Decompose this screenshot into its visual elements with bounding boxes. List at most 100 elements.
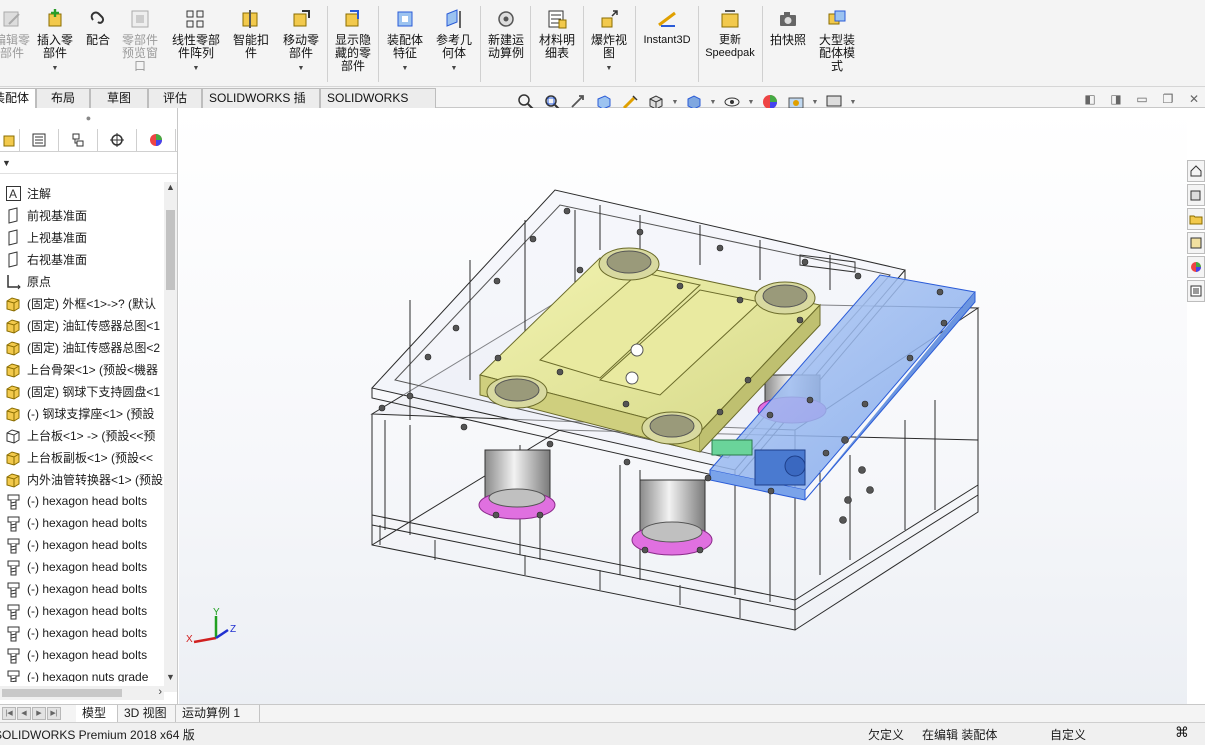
tab-motion-study-1[interactable]: 运动算例 1 [176, 705, 260, 722]
mate-button[interactable]: 配合 [80, 8, 116, 47]
tab-evaluate[interactable]: 评估 [148, 88, 202, 108]
solidworks-resources-icon[interactable] [1187, 160, 1205, 182]
bolt-icon [4, 492, 22, 510]
tree-item[interactable]: (-) hexagon head bolts [0, 534, 164, 556]
tree-item[interactable]: 上台板副板<1> (预設<< [0, 446, 164, 468]
tab-sketch[interactable]: 草图 [90, 88, 148, 108]
tree-item-label: (-) hexagon head bolts [27, 582, 148, 596]
scroll-right-icon[interactable]: › [158, 686, 162, 698]
dimxpert-tab-icon[interactable] [98, 128, 137, 151]
chevron-down-icon[interactable]: ▼ [298, 62, 305, 75]
take-snapshot-button[interactable]: 拍快照 [766, 8, 810, 47]
tree-item[interactable]: (-) hexagon head bolts [0, 622, 164, 644]
tree-item[interactable]: 右视基准面 [0, 248, 164, 270]
show-hidden-components-button[interactable]: 显示隐 藏的零 部件 [330, 8, 376, 73]
component-preview-button[interactable]: 零部件 预览窗 口 [118, 8, 162, 73]
propertymanager-tab-icon[interactable] [20, 128, 59, 151]
large-assembly-mode-button[interactable]: 大型装 配体模 式 [814, 8, 860, 73]
scroll-up-icon[interactable]: ▲ [164, 182, 177, 194]
assembly-model[interactable] [179, 108, 1187, 706]
tree-vertical-scrollbar[interactable]: ▲ ▼ [164, 182, 177, 692]
tree-item[interactable]: (-) 钢球支撑座<1> (预設 [0, 402, 164, 424]
tree-item[interactable]: (-) hexagon head bolts [0, 644, 164, 666]
tree-filter[interactable]: ▼ [0, 152, 177, 174]
tree-item[interactable]: (固定) 外框<1>->? (默认 [0, 292, 164, 314]
triad-x-label: X [186, 634, 193, 645]
tree-item[interactable]: 前视基准面 [0, 204, 164, 226]
tree-item[interactable]: (-) hexagon head bolts [0, 600, 164, 622]
collapse-right-icon[interactable]: ◨ [1109, 92, 1123, 106]
file-explorer-icon[interactable] [1187, 208, 1205, 230]
chevron-down-icon[interactable]: ▼ [747, 99, 755, 106]
design-library-icon[interactable] [1187, 184, 1205, 206]
triad-y-label: Y [213, 608, 220, 618]
insert-component-icon [44, 8, 66, 30]
tab-3d-views[interactable]: 3D 视图 [118, 705, 176, 722]
chevron-down-icon[interactable]: ▼ [811, 99, 819, 106]
tree-item[interactable]: (-) hexagon head bolts [0, 512, 164, 534]
assembly-features-button[interactable]: 装配体 特征 ▼ [382, 8, 428, 75]
close-icon[interactable]: ✕ [1187, 92, 1201, 106]
appearances-scenes-icon[interactable] [1187, 256, 1205, 278]
tree-item[interactable]: 原点 [0, 270, 164, 292]
reference-geometry-button[interactable]: 参考几 何体 ▼ [432, 8, 476, 75]
tree-item[interactable]: (固定) 钢球下支持圆盘<1 [0, 380, 164, 402]
tree-item[interactable]: (-) hexagon head bolts [0, 578, 164, 600]
scroll-down-icon[interactable]: ▼ [164, 672, 177, 684]
bill-of-materials-button[interactable]: 材料明 细表 [535, 8, 579, 60]
help-icon[interactable]: ⌘ [1175, 724, 1189, 741]
chevron-down-icon[interactable]: ▼ [671, 99, 679, 106]
tab-solidworks-addins[interactable]: SOLIDWORKS 插件 [202, 88, 320, 124]
first-tab-icon[interactable]: |◀ [2, 707, 16, 720]
tab-model[interactable]: 模型 [76, 705, 118, 722]
featuremanager-tab-icon[interactable] [0, 128, 20, 151]
tree-item[interactable]: (-) hexagon head bolts [0, 556, 164, 578]
tree-item[interactable]: (固定) 油缸传感器总图<2 [0, 336, 164, 358]
tree-item[interactable]: (-) hexagon head bolts [0, 490, 164, 512]
edit-component-button[interactable]: 编辑零 部件 [0, 8, 32, 60]
chevron-down-icon[interactable]: ▼ [451, 62, 458, 75]
displaymanager-tab-icon[interactable] [137, 128, 176, 151]
instant3d-button[interactable]: Instant3D [638, 8, 696, 47]
chevron-down-icon[interactable]: ▼ [849, 99, 857, 106]
linear-pattern-button[interactable]: 线性零部 件阵列 ▼ [168, 8, 224, 75]
custom-properties-icon[interactable] [1187, 280, 1205, 302]
exploded-view-button[interactable]: 爆炸视 图 ▼ [587, 8, 631, 75]
minimize-icon[interactable]: ▭ [1135, 92, 1149, 106]
chevron-down-icon[interactable]: ▼ [193, 62, 200, 75]
next-tab-icon[interactable]: ▶ [32, 707, 46, 720]
collapse-left-icon[interactable]: ◧ [1083, 92, 1097, 106]
tree-item[interactable]: 上台骨架<1> (预設<機器 [0, 358, 164, 380]
task-pane-tabs [1187, 160, 1205, 310]
chevron-down-icon[interactable]: ▼ [709, 99, 717, 106]
tree-item[interactable]: A 注解 [0, 182, 164, 204]
configurationmanager-tab-icon[interactable] [59, 128, 98, 151]
new-motion-study-button[interactable]: 新建运 动算例 [484, 8, 528, 60]
smart-fasteners-button[interactable]: 智能扣 件 [230, 8, 272, 60]
tree-item[interactable]: (固定) 油缸传感器总图<1 [0, 314, 164, 336]
tree-item[interactable]: 上视基准面 [0, 226, 164, 248]
last-tab-icon[interactable]: ▶| [47, 707, 61, 720]
scroll-thumb[interactable] [166, 210, 175, 290]
insert-component-button[interactable]: 插入零 部件 ▼ [34, 8, 76, 75]
chevron-down-icon[interactable]: ▼ [402, 62, 409, 75]
tree-item[interactable]: 内外油管转换器<1> (预設 [0, 468, 164, 490]
status-units[interactable]: 自定义 [1050, 726, 1086, 743]
restore-icon[interactable]: ❐ [1161, 92, 1175, 106]
panel-grip-icon[interactable]: ● [0, 108, 177, 128]
tab-assembly[interactable]: 装配体 [0, 88, 36, 108]
tree-item[interactable]: (-) hexagon nuts grade [0, 666, 164, 682]
tree-item[interactable]: 上台板<1> -> (预設<<预 [0, 424, 164, 446]
tree-horizontal-scrollbar[interactable]: › [0, 686, 164, 700]
scroll-thumb[interactable] [2, 689, 122, 697]
graphics-area[interactable]: X Y Z [179, 108, 1187, 706]
tab-solidworks-mbd[interactable]: SOLIDWORKS MBD [320, 88, 436, 124]
previous-tab-icon[interactable]: ◀ [17, 707, 31, 720]
chevron-down-icon[interactable]: ▼ [606, 62, 613, 75]
update-speedpak-button[interactable]: 更新 Speedpak [702, 8, 758, 60]
view-palette-icon[interactable] [1187, 232, 1205, 254]
chevron-down-icon[interactable]: ▼ [52, 62, 59, 75]
status-app-version: SOLIDWORKS Premium 2018 x64 版 [0, 728, 195, 742]
tab-layout[interactable]: 布局 [36, 88, 90, 108]
move-component-button[interactable]: 移动零 部件 ▼ [278, 8, 324, 75]
